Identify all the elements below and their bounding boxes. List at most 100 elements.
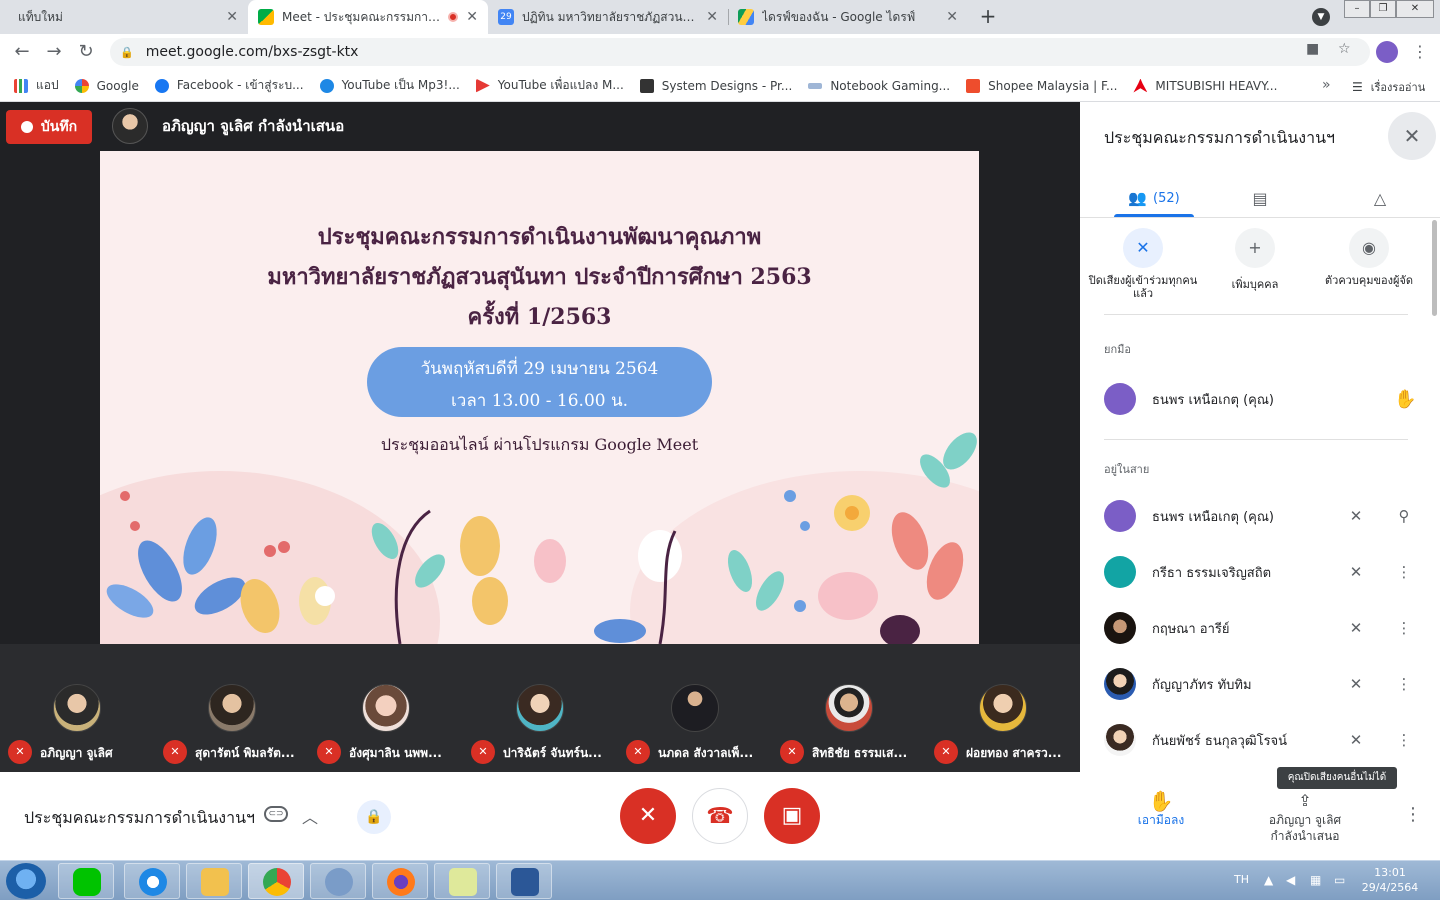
browser-menu-icon[interactable]: ⋮ xyxy=(1412,42,1428,61)
lower-hand-button[interactable]: ✋ เอามือลง xyxy=(1128,790,1194,828)
bookmark-youtube-mp3[interactable]: YouTube เป็น Mp3!... xyxy=(319,76,460,95)
meeting-title[interactable]: ประชุมคณะกรรมการดำเนินงานฯ xyxy=(24,806,255,831)
bookmark-shopee[interactable]: Shopee Malaysia | F... xyxy=(966,78,1117,93)
minimize-window-icon[interactable]: – xyxy=(1344,0,1370,18)
camera-toggle-button[interactable]: ▣ xyxy=(764,788,820,844)
bookmark-facebook[interactable]: Facebook - เข้าสู่ระบ... xyxy=(154,76,304,95)
bookmark-notebook-gaming[interactable]: Notebook Gaming... xyxy=(808,79,950,93)
tab-people[interactable]: 👥 (52) xyxy=(1114,180,1194,216)
system-clock[interactable]: 13:01 29/4/2564 xyxy=(1360,865,1420,895)
participant-tile[interactable]: ✕ อภิญญา จูเลิศ xyxy=(0,644,150,772)
add-people-action[interactable]: + เพิ่มบุคคล xyxy=(1200,228,1310,291)
participant-tile[interactable]: ✕ นภดล สังวาลเพ็... xyxy=(618,644,768,772)
start-button[interactable] xyxy=(6,863,46,899)
more-options-icon[interactable]: ⋮ xyxy=(1394,675,1414,693)
reload-icon[interactable]: ↻ xyxy=(74,40,98,64)
tab-meet[interactable]: Meet - ประชุมคณะกรรมการดำเนิ ✕ xyxy=(248,0,488,34)
bookmark-apps[interactable]: แอป xyxy=(14,76,59,95)
participant-tile[interactable]: ✕ สุดารัตน์ พิมลรัต... xyxy=(155,644,305,772)
participant-tile[interactable]: ✕ อังศุมาลิน นพพ... xyxy=(309,644,459,772)
taskbar-chrome[interactable] xyxy=(248,863,304,899)
list-item[interactable]: กัญญาภัทร ทับทิม ✕ ⋮ xyxy=(1104,664,1414,704)
taskbar-ie[interactable] xyxy=(124,863,180,899)
raised-hand-row[interactable]: ธนพร เหนือเกตุ (คุณ) ✋ xyxy=(1104,379,1416,419)
mute-all-action[interactable]: ✕ ปิดเสียงผู้เข้าร่วมทุกคนแล้ว xyxy=(1088,228,1198,300)
mic-off-icon[interactable]: ✕ xyxy=(1346,675,1366,693)
participant-name: กรีธา ธรรมเจริญสถิต xyxy=(1152,565,1272,581)
tab-calendar[interactable]: 29 ปฏิทิน มหาวิทยาลัยราชภัฏสวนสุนันทา ✕ xyxy=(488,0,728,34)
list-item[interactable]: กรีธา ธรรมเจริญสถิต ✕ ⋮ xyxy=(1104,552,1414,592)
bookmark-system-designs[interactable]: System Designs - Pr... xyxy=(639,78,792,93)
camera-in-use-icon[interactable]: ■ xyxy=(1306,41,1319,57)
chevron-up-icon[interactable]: ︿ xyxy=(302,804,318,828)
pin-icon[interactable]: ⚲ xyxy=(1394,507,1414,525)
reading-list-button[interactable]: ☰ เรื่องรออ่าน xyxy=(1352,78,1425,96)
people-count: (52) xyxy=(1153,190,1180,206)
close-icon[interactable]: ✕ xyxy=(946,9,958,25)
tab-activities[interactable]: △ xyxy=(1360,180,1400,216)
list-item[interactable]: กฤษณา อารีย์ ✕ ⋮ xyxy=(1104,608,1414,648)
tab-drive[interactable]: ไดรฟ์ของฉัน - Google ไดรฟ์ ✕ xyxy=(728,0,968,34)
presenting-button[interactable]: ⇪ อภิญญา จูเลิศ กำลังนำเสนอ xyxy=(1250,790,1360,844)
participant-tile[interactable]: ✕ ปาริฉัตร์ จันทร์น... xyxy=(463,644,613,772)
restore-window-icon[interactable]: ❐ xyxy=(1370,0,1396,18)
back-arrow-icon[interactable]: ← xyxy=(10,40,34,64)
close-icon[interactable]: ✕ xyxy=(226,9,238,25)
display-icon[interactable]: ▭ xyxy=(1334,873,1345,887)
forward-arrow-icon[interactable]: → xyxy=(42,40,66,64)
bookmark-label: Google xyxy=(96,78,139,93)
more-options-icon[interactable]: ⋮ xyxy=(1394,619,1414,637)
bookmark-mitsubishi[interactable]: MITSUBISHI HEAVY... xyxy=(1133,78,1277,93)
slide-title-line3: ครั้งที่ 1/2563 xyxy=(467,304,612,330)
tab-chat[interactable]: ▤ xyxy=(1240,180,1280,216)
leave-call-button[interactable]: ☎ xyxy=(692,788,748,844)
participant-tile[interactable]: ✕ สิทธิชัย ธรรมเส... xyxy=(772,644,922,772)
more-options-icon[interactable]: ⋮ xyxy=(1394,731,1414,749)
address-bar[interactable]: 🔒 meet.google.com/bxs-zsgt-ktx xyxy=(110,38,1370,66)
list-item[interactable]: ธนพร เหนือเกตุ (คุณ) ✕ ⚲ xyxy=(1104,496,1414,536)
hang-up-icon: ☎ xyxy=(706,804,734,829)
close-window-icon[interactable]: ✕ xyxy=(1396,0,1434,18)
mic-off-icon[interactable]: ✕ xyxy=(1346,507,1366,525)
taskbar-word[interactable] xyxy=(496,863,552,899)
close-panel-button[interactable]: ✕ xyxy=(1388,112,1436,160)
close-icon[interactable]: ✕ xyxy=(466,9,478,25)
record-button[interactable]: บันทึก xyxy=(6,110,92,144)
tray-expand-icon[interactable]: ▲ xyxy=(1264,873,1273,887)
new-tab-button[interactable]: + xyxy=(976,4,1000,28)
taskbar-calc[interactable] xyxy=(310,863,366,899)
mic-off-icon[interactable]: ✕ xyxy=(1346,619,1366,637)
raised-hand-icon[interactable]: ✋ xyxy=(1394,389,1416,410)
panel-scrollbar[interactable] xyxy=(1432,220,1437,316)
more-options-icon[interactable]: ⋮ xyxy=(1394,563,1414,581)
more-options-icon[interactable]: ⋮ xyxy=(1404,804,1422,825)
bookmark-star-icon[interactable]: ☆ xyxy=(1338,41,1351,57)
host-controls-action[interactable]: ◉ ตัวควบคุมของผู้จัด xyxy=(1314,228,1424,287)
security-shield-icon[interactable]: 🔒 xyxy=(357,800,391,834)
taskbar-sticky[interactable] xyxy=(434,863,490,899)
taskbar-explorer[interactable] xyxy=(186,863,242,899)
meeting-link-icon[interactable]: ⊂⊃ xyxy=(264,806,288,822)
list-item[interactable]: กันยพัชร์ ธนกุลวุฒิโรจน์ ✕ ⋮ xyxy=(1104,720,1414,760)
tab-new-tab[interactable]: แท็บใหม่ ✕ xyxy=(8,0,248,34)
bookmarks-more-icon[interactable]: » xyxy=(1322,77,1331,93)
participant-tile[interactable]: ✕ ฝอยทอง สาครว... xyxy=(926,644,1076,772)
google-calendar-icon: 29 xyxy=(498,9,514,25)
mic-off-icon[interactable]: ✕ xyxy=(1346,731,1366,749)
tab-search-icon[interactable]: ▼ xyxy=(1312,8,1330,26)
divider xyxy=(1104,314,1408,315)
close-icon[interactable]: ✕ xyxy=(706,9,718,25)
input-language[interactable]: TH xyxy=(1234,873,1249,886)
mic-off-icon[interactable]: ✕ xyxy=(1346,563,1366,581)
line-app-icon xyxy=(73,868,101,896)
mic-toggle-button[interactable]: ✕ xyxy=(620,788,676,844)
bookmark-youtube-convert[interactable]: YouTube เพื่อแปลง M... xyxy=(475,76,624,95)
volume-icon[interactable]: ◀ xyxy=(1286,873,1295,887)
taskbar-line[interactable] xyxy=(58,863,114,899)
reading-list-icon: ☰ xyxy=(1352,80,1363,94)
profile-avatar[interactable] xyxy=(1376,41,1398,63)
network-icon[interactable]: ▦ xyxy=(1310,873,1321,887)
bookmark-google[interactable]: Google xyxy=(74,78,139,93)
taskbar-firefox[interactable] xyxy=(372,863,428,899)
lower-hand-label: เอามือลง xyxy=(1137,813,1185,827)
